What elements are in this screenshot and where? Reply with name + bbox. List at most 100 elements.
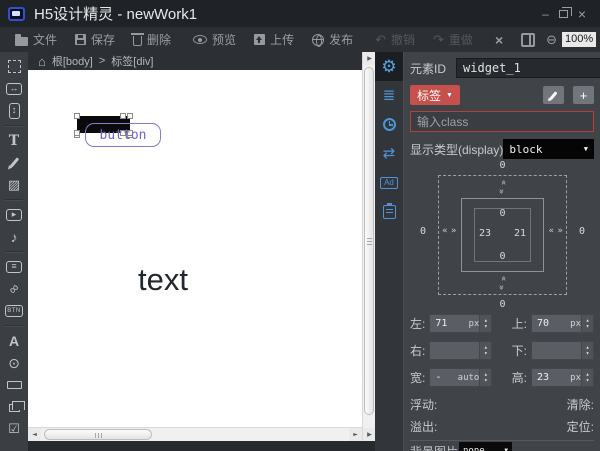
tool-form[interactable]: ≡ xyxy=(2,257,26,276)
height-field[interactable]: 23 px ▴▾ xyxy=(531,368,594,387)
preview-button[interactable]: 预览 xyxy=(184,27,245,52)
element-id-input[interactable] xyxy=(456,58,600,78)
selection-handle[interactable] xyxy=(127,113,133,119)
selection-box[interactable]: button xyxy=(77,116,130,133)
tag-button-label: 标签 xyxy=(417,87,441,104)
tool-rich-text[interactable] xyxy=(2,153,26,172)
right-field[interactable]: ▴▾ xyxy=(429,341,492,360)
selection-handle[interactable] xyxy=(74,113,80,119)
restore-button[interactable] xyxy=(559,10,568,18)
chevron-left-icon[interactable]: « xyxy=(548,227,554,236)
element-id-label: 元素ID xyxy=(410,60,446,77)
width-field-stepper[interactable]: ▴▾ xyxy=(479,369,491,386)
bottom-field[interactable]: ▴▾ xyxy=(531,341,594,360)
left-field-stepper[interactable]: ▴▾ xyxy=(479,315,491,332)
margin-left-value[interactable]: 0 xyxy=(420,226,426,237)
canvas-text-widget[interactable]: text xyxy=(138,262,188,298)
height-field-stepper[interactable]: ▴▾ xyxy=(581,369,593,386)
tool-audio[interactable]: ♪ xyxy=(2,227,26,246)
tool-div-container[interactable] xyxy=(2,57,26,76)
tag-dropdown-button[interactable]: 标签 ▼ xyxy=(410,85,460,105)
canvas-button-widget[interactable]: button xyxy=(85,123,161,147)
horizontal-scrollbar[interactable]: ◄ ► xyxy=(28,427,362,441)
tab-timeline[interactable] xyxy=(375,110,403,139)
breadcrumb: ⌂ 根[body] > 标签[div] xyxy=(28,52,362,70)
margin-right-value[interactable]: 0 xyxy=(579,226,585,237)
right-field-stepper[interactable]: ▴▾ xyxy=(479,342,491,359)
tool-width-spacer[interactable]: ↔ xyxy=(2,79,26,98)
file-button[interactable]: 文件 xyxy=(6,27,66,52)
breadcrumb-current[interactable]: 标签[div] xyxy=(111,53,153,69)
selection-handle[interactable] xyxy=(74,130,80,136)
radio-icon: ⊙ xyxy=(8,356,20,370)
tab-settings[interactable]: ⚙ xyxy=(375,52,403,81)
tool-video[interactable]: ▸ xyxy=(2,205,26,224)
clock-icon xyxy=(383,118,396,131)
tool-window[interactable] xyxy=(2,397,26,416)
delete-button[interactable]: 删除 xyxy=(124,27,180,52)
content-bottom-value[interactable]: 0 xyxy=(475,251,530,262)
vertical-scrollbar-thumb[interactable] xyxy=(364,67,374,415)
tab-tree[interactable]: ≣ xyxy=(375,81,403,110)
home-icon[interactable]: ⌂ xyxy=(38,55,46,68)
upload-button[interactable]: 上传 xyxy=(245,27,303,52)
toolbox-divider xyxy=(5,125,23,126)
minimize-button[interactable]: – xyxy=(542,7,549,21)
zoom-out-button[interactable]: ⊖ xyxy=(544,27,559,52)
display-type-select[interactable]: block ▼ xyxy=(503,139,594,159)
edit-class-button[interactable] xyxy=(543,86,564,104)
tool-font[interactable]: A xyxy=(2,331,26,350)
upload-button-label: 上传 xyxy=(270,31,294,48)
text-T-icon: T xyxy=(9,133,19,149)
content-right-value[interactable]: 21 xyxy=(514,228,526,239)
top-field-stepper[interactable]: ▴▾ xyxy=(581,315,593,332)
tool-text[interactable]: T xyxy=(2,131,26,150)
selection-handle[interactable] xyxy=(120,113,126,119)
tool-input[interactable] xyxy=(2,375,26,394)
add-class-button[interactable]: + xyxy=(573,86,594,104)
tool-radio[interactable]: ⊙ xyxy=(2,353,26,372)
design-canvas[interactable]: button text xyxy=(28,70,362,427)
redo-icon: ↷ xyxy=(433,33,444,46)
publish-button[interactable]: 发布 xyxy=(303,27,362,52)
tool-button[interactable]: BTN xyxy=(2,301,26,320)
clear-canvas-button[interactable]: × xyxy=(486,27,512,52)
tool-height-spacer[interactable]: ↕ xyxy=(2,101,26,120)
redo-button[interactable]: ↷ 重做 xyxy=(424,27,482,52)
top-field-value: 70 xyxy=(532,318,570,329)
breadcrumb-root[interactable]: 根[body] xyxy=(52,53,93,69)
checkbox-icon: ☑ xyxy=(8,422,20,435)
scroll-right-icon[interactable]: ► xyxy=(349,428,362,442)
top-field[interactable]: 70 px ▴▾ xyxy=(531,314,594,333)
gear-icon: ⚙ xyxy=(381,58,396,75)
height-field-unit: px xyxy=(570,373,581,383)
chevron-down-icon: ▼ xyxy=(446,92,453,99)
upload-icon xyxy=(254,34,265,45)
inspector-panel: ⚙ ≣ ⇄ Ad 元素ID 标签 ▼ + 显示类型(display) xyxy=(375,52,600,451)
close-button[interactable]: × xyxy=(578,6,586,22)
chevron-left-icon[interactable]: « xyxy=(442,227,448,236)
left-field[interactable]: 71 px ▴▾ xyxy=(429,314,492,333)
tab-components[interactable] xyxy=(375,197,403,226)
scroll-left-icon[interactable]: ◄ xyxy=(28,428,41,442)
zoom-level-value[interactable]: 100% xyxy=(562,32,596,47)
chevron-right-icon[interactable]: » xyxy=(451,227,457,236)
tool-checkbox[interactable]: ☑ xyxy=(2,419,26,438)
chevron-right-icon[interactable]: » xyxy=(557,227,563,236)
save-button[interactable]: 保存 xyxy=(66,27,124,52)
vertical-scrollbar[interactable]: ▲ ▼ xyxy=(362,52,375,441)
undo-button[interactable]: ↶ 撤销 xyxy=(366,27,424,52)
box-model-editor: 0 0 0 0 « « « » « » « « 0 23 21 0 xyxy=(412,160,593,310)
device-view-button[interactable] xyxy=(512,27,544,52)
tab-ad[interactable]: Ad xyxy=(375,168,403,197)
horizontal-scrollbar-thumb[interactable] xyxy=(44,429,152,440)
content-left-value[interactable]: 23 xyxy=(479,228,491,239)
bottom-field-stepper[interactable]: ▴▾ xyxy=(581,342,593,359)
content-top-value[interactable]: 0 xyxy=(475,208,530,219)
tab-swap[interactable]: ⇄ xyxy=(375,139,403,168)
tool-image[interactable]: ▨ xyxy=(2,175,26,194)
tool-link[interactable]: ∞ xyxy=(2,279,26,298)
canvas-bottom-strip xyxy=(28,441,375,451)
width-field-unit: auto xyxy=(458,373,480,383)
width-field[interactable]: - auto ▴▾ xyxy=(429,368,492,387)
